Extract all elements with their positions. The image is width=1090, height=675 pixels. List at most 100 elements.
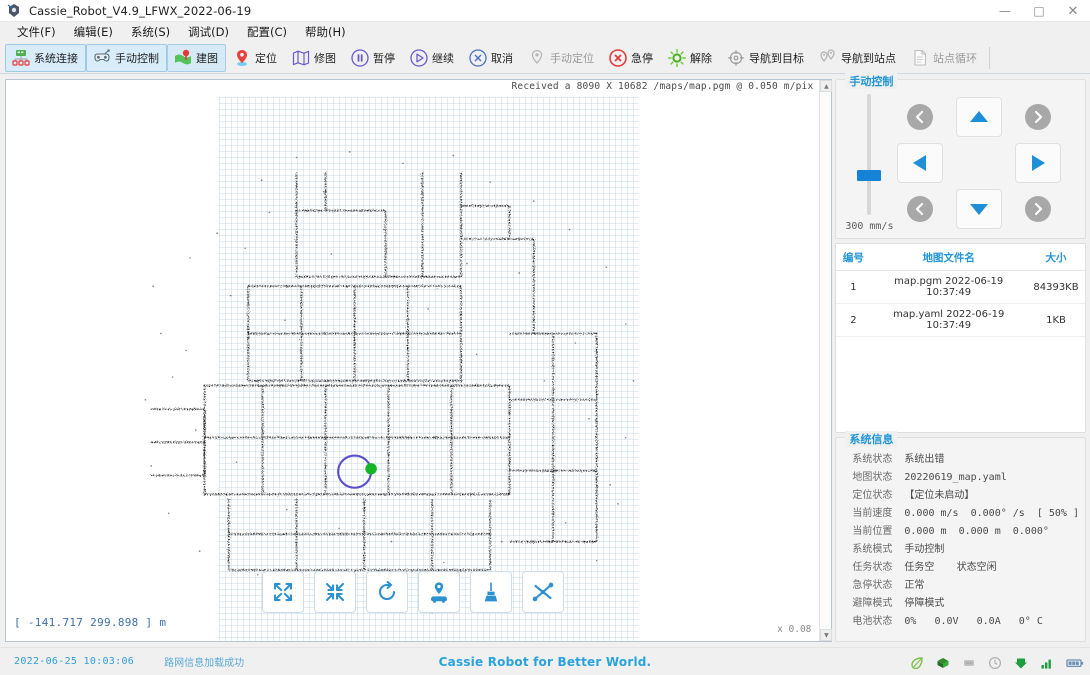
- cell-filename: map.pgm 2022-06-19 10:37:49: [870, 270, 1027, 304]
- window-controls: — □ ✕: [988, 0, 1090, 22]
- manual-control-group: 手动控制 300 mm/s: [835, 73, 1086, 239]
- map-panel: Received a 8090 X 10682 /maps/map.pgm @ …: [5, 79, 833, 642]
- cell-size: 84393KB: [1027, 270, 1085, 304]
- rotate-left-up-button[interactable]: [906, 104, 933, 130]
- play-icon: [409, 48, 429, 68]
- value: 停障模式: [904, 598, 945, 609]
- table-row[interactable]: 1 map.pgm 2022-06-19 10:37:49 84393KB: [836, 270, 1085, 304]
- cell-filename: map.yaml 2022-06-19 10:37:49: [870, 303, 1027, 337]
- right-panel: 手动控制 300 mm/s 编号 地图文件名 大小 1 map.pgm 2022…: [832, 73, 1090, 647]
- column-header-filename[interactable]: 地图文件名: [870, 244, 1027, 271]
- network-icon: [11, 48, 31, 68]
- toolbar-button-manual-control[interactable]: 手动控制: [86, 43, 167, 72]
- leaf-icon[interactable]: [910, 655, 924, 669]
- menu-bar: 文件(F) 编辑(E) 系统(S) 调试(D) 配置(C) 帮助(H): [0, 22, 1090, 42]
- toolbar-button-navigate-to-target[interactable]: 导航到目标: [720, 44, 812, 72]
- zoom-expand-icon[interactable]: [261, 571, 304, 613]
- main-toolbar: 系统连接 手动控制 建图 定位 修图 暂停 继续 取消 手动定位 急停 解除 导…: [0, 42, 1090, 74]
- minimize-button[interactable]: —: [988, 0, 1022, 22]
- green-box-icon[interactable]: [936, 655, 950, 669]
- map-vertical-scrollbar[interactable]: ▲ ▼: [819, 80, 833, 641]
- rotate-right-down-button[interactable]: [1024, 196, 1051, 222]
- value: 20220619_map.yaml: [904, 472, 1007, 483]
- gray-chip-icon[interactable]: [962, 655, 976, 669]
- speed-slider-track[interactable]: [857, 94, 882, 215]
- application-window: Cassie_Robot_V4.9_LFWX_2022-06-19 — □ ✕ …: [0, 0, 1090, 675]
- speed-slider[interactable]: 300 mm/s: [845, 94, 894, 232]
- toolbar-button-navigate-to-station[interactable]: 导航到站点: [812, 44, 904, 72]
- zoom-collapse-icon[interactable]: [313, 571, 356, 613]
- menu-help[interactable]: 帮助(H): [296, 22, 355, 42]
- main-body: Received a 8090 X 10682 /maps/map.pgm @ …: [0, 73, 1090, 647]
- menu-debug[interactable]: 调试(D): [179, 22, 238, 42]
- map-file-table[interactable]: 编号 地图文件名 大小 1 map.pgm 2022-06-19 10:37:4…: [836, 244, 1085, 337]
- column-header-size[interactable]: 大小: [1027, 244, 1085, 271]
- label: 当前位置: [852, 526, 893, 537]
- turn-right-button[interactable]: [1014, 143, 1061, 183]
- rotate-right-up-button[interactable]: [1024, 104, 1051, 130]
- speed-slider-handle[interactable]: [857, 170, 882, 182]
- menu-system[interactable]: 系统(S): [122, 22, 179, 42]
- map-header: Received a 8090 X 10682 /maps/map.pgm @ …: [6, 80, 832, 97]
- map-received-text: Received a 8090 X 10682 /maps/map.pgm @ …: [511, 81, 814, 92]
- menu-config[interactable]: 配置(C): [238, 22, 296, 42]
- system-info-group: 系统信息 系统状态 系统出错 地图状态 20220619_map.yaml 定位…: [835, 431, 1086, 642]
- toolbar-button-resume[interactable]: 继续: [403, 44, 462, 72]
- status-timestamp: 2022-06-25 10:03:06: [14, 656, 135, 667]
- toolbar-button-manual-localize[interactable]: 手动定位: [521, 44, 602, 72]
- move-forward-button[interactable]: [955, 97, 1002, 137]
- toolbar-button-edit-map[interactable]: 修图: [285, 44, 344, 72]
- table-row[interactable]: 2 map.yaml 2022-06-19 10:37:49 1KB: [836, 303, 1085, 337]
- eraser-broom-icon[interactable]: [469, 571, 512, 613]
- map-viewport[interactable]: [ -141.717 299.898 ] m x 0.08: [6, 97, 820, 641]
- turn-left-button[interactable]: [896, 143, 943, 183]
- map-tool-bar: [261, 571, 564, 613]
- toolbar-button-system-connect[interactable]: 系统连接: [5, 43, 86, 72]
- toolbar-label: 建图: [196, 51, 218, 65]
- toolbar-button-station-loop[interactable]: 站点循环: [904, 44, 985, 72]
- menu-file[interactable]: 文件(F): [8, 22, 65, 42]
- column-header-no[interactable]: 编号: [836, 244, 871, 271]
- system-info-row-current-position: 当前位置 0.000 m 0.000 m 0.000°: [842, 522, 1079, 537]
- toolbar-label: 手动控制: [115, 51, 159, 65]
- value: 【定位未启动】: [904, 490, 975, 501]
- signal-bars-icon[interactable]: [1040, 655, 1054, 669]
- menu-edit[interactable]: 编辑(E): [65, 22, 122, 42]
- toolbar-button-pause[interactable]: 暂停: [344, 44, 403, 72]
- value: 0.000 m/s 0.000° /s [ 50% ]: [904, 508, 1079, 519]
- manual-control-title: 手动控制: [845, 73, 898, 89]
- brand-slogan: Cassie Robot for Better World.: [438, 654, 652, 669]
- download-arrow-icon[interactable]: [1014, 655, 1028, 669]
- value: 0.000 m 0.000 m 0.000°: [904, 526, 1049, 537]
- toolbar-label: 修图: [314, 51, 336, 65]
- battery-icon[interactable]: [1066, 655, 1084, 669]
- map-scale-indicator: x 0.08: [777, 624, 812, 635]
- robot-heading-dot: [365, 463, 377, 475]
- toolbar-button-emergency-stop[interactable]: 急停: [602, 44, 661, 72]
- set-pose-car-icon[interactable]: [417, 571, 460, 613]
- scroll-up-arrow-icon[interactable]: ▲: [820, 80, 833, 92]
- maximize-button[interactable]: □: [1022, 0, 1056, 22]
- speed-value-label: 300 mm/s: [845, 221, 894, 232]
- clock-icon[interactable]: [988, 655, 1002, 669]
- title-bar: Cassie_Robot_V4.9_LFWX_2022-06-19 — □ ✕: [0, 0, 1090, 22]
- rotate-reset-icon[interactable]: [365, 571, 408, 613]
- release-icon: [667, 48, 687, 68]
- move-backward-button[interactable]: [955, 189, 1002, 229]
- toolbar-label: 急停: [631, 51, 653, 65]
- toolbar-button-cancel[interactable]: 取消: [462, 44, 521, 72]
- map-book-icon: [291, 48, 311, 68]
- map-coordinates: [ -141.717 299.898 ] m: [14, 616, 167, 629]
- toolbar-label: 取消: [491, 51, 513, 65]
- toolbar-button-localize[interactable]: 定位: [226, 44, 285, 72]
- emergency-stop-icon: [608, 48, 628, 68]
- map-file-table-group: 编号 地图文件名 大小 1 map.pgm 2022-06-19 10:37:4…: [835, 243, 1086, 433]
- toolbar-button-build-map[interactable]: 建图: [167, 43, 226, 72]
- rotate-left-down-button[interactable]: [906, 196, 933, 222]
- scroll-down-arrow-icon[interactable]: ▼: [820, 629, 833, 641]
- status-message: 路网信息加载成功: [164, 658, 245, 669]
- close-button[interactable]: ✕: [1056, 0, 1090, 22]
- system-info-row-estop-status: 急停状态 正常: [842, 576, 1079, 591]
- path-edit-icon[interactable]: [521, 571, 564, 613]
- toolbar-button-release[interactable]: 解除: [661, 44, 720, 72]
